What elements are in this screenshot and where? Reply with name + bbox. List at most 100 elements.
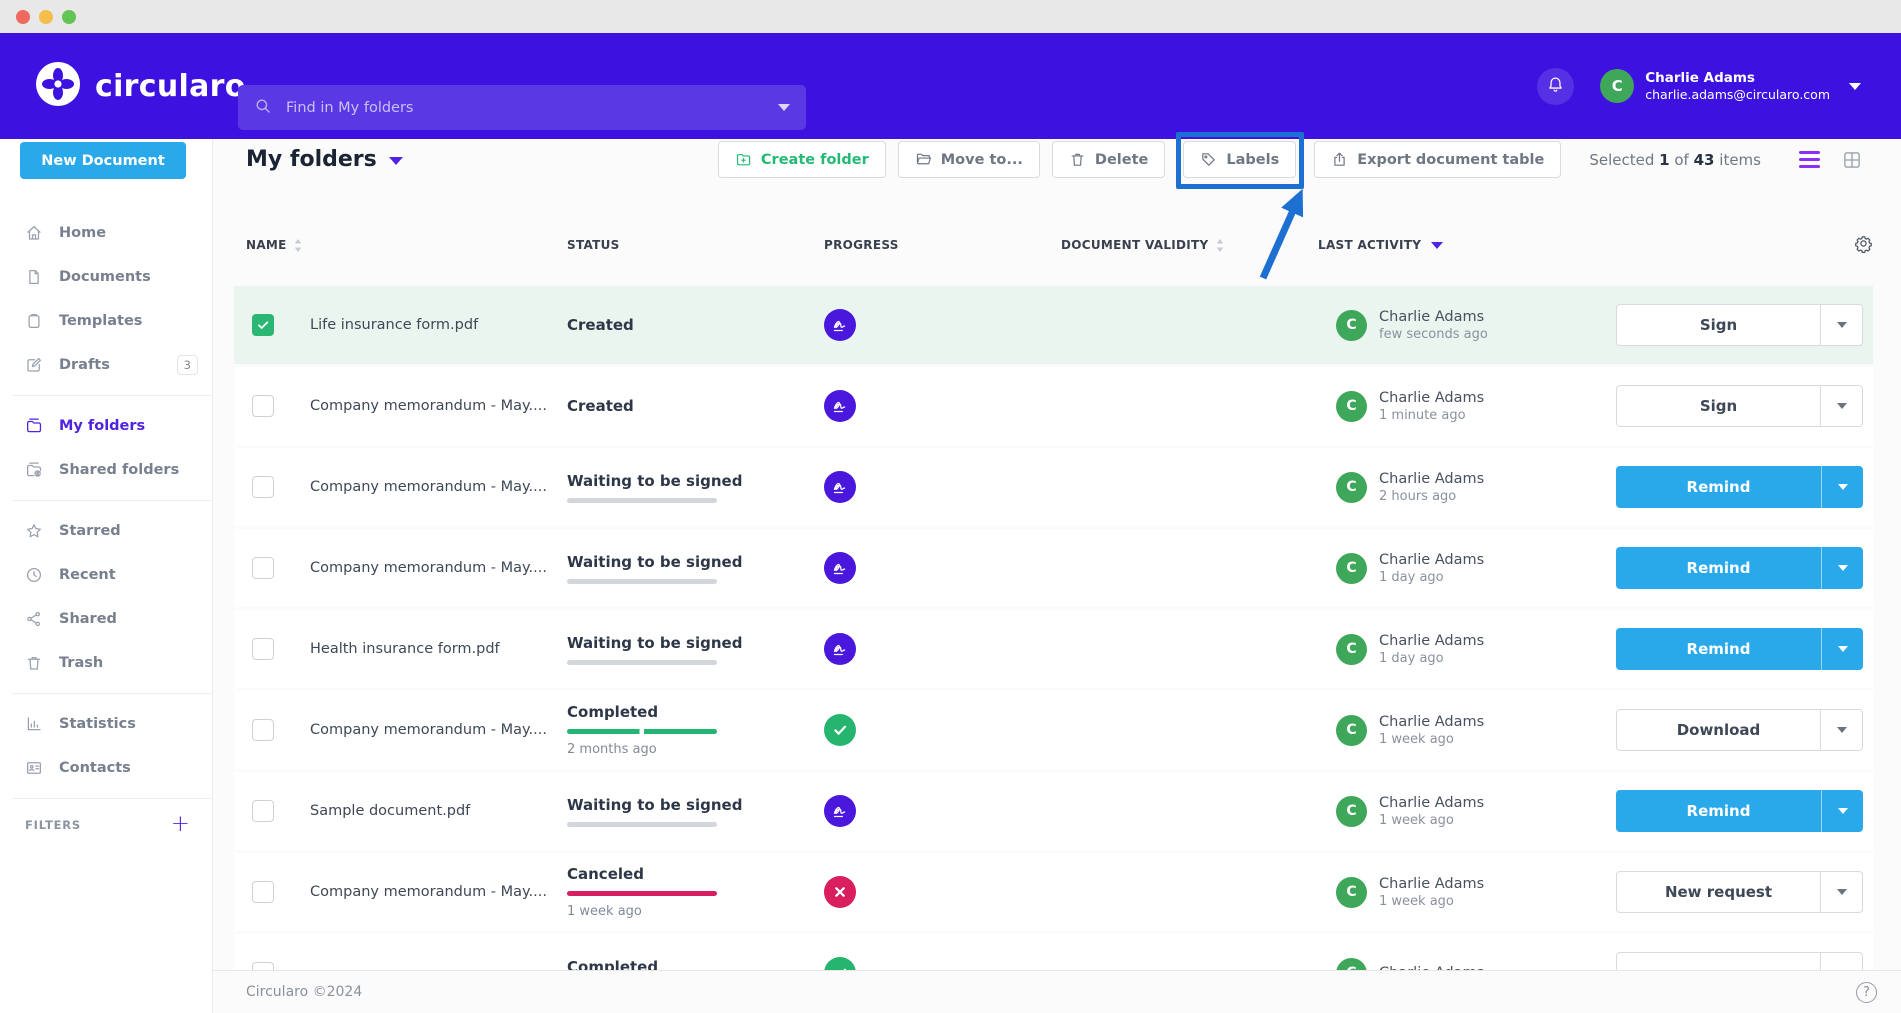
table-row[interactable]: Health insurance form.pdf Waiting to be …: [234, 610, 1873, 688]
sidebar-item-home[interactable]: Home: [0, 211, 212, 255]
new-document-button[interactable]: New Document: [20, 142, 186, 179]
action-dropdown-button[interactable]: [1821, 628, 1863, 670]
search-input[interactable]: [286, 100, 764, 116]
filters-section: FILTERS +: [0, 813, 212, 836]
action-label[interactable]: Remind: [1616, 790, 1821, 832]
progress-badge[interactable]: [824, 309, 856, 341]
notifications-button[interactable]: [1537, 68, 1574, 105]
document-name[interactable]: Company memorandum - May....: [310, 560, 547, 576]
row-action-button[interactable]: Remind: [1616, 790, 1863, 832]
row-action-button[interactable]: Remind: [1616, 628, 1863, 670]
status-text: Completed: [567, 703, 824, 721]
column-header-last-activity[interactable]: LAST ACTIVITY: [1318, 238, 1873, 252]
action-dropdown-button[interactable]: [1821, 790, 1863, 832]
action-label[interactable]: Sign: [1617, 305, 1820, 345]
brand-logo[interactable]: circularo: [36, 62, 246, 110]
document-name[interactable]: Health insurance form.pdf: [310, 641, 500, 657]
action-label[interactable]: Download: [1617, 710, 1820, 750]
table-settings-button[interactable]: [1854, 234, 1873, 253]
progress-badge[interactable]: [824, 633, 856, 665]
progress-badge[interactable]: [824, 390, 856, 422]
chevron-down-icon: [1837, 403, 1847, 409]
row-checkbox[interactable]: [252, 638, 274, 660]
document-name[interactable]: Company memorandum - May....: [310, 398, 547, 414]
action-dropdown-button[interactable]: [1820, 710, 1862, 750]
column-header-progress[interactable]: PROGRESS: [824, 238, 1061, 252]
document-name[interactable]: Company memorandum - May....: [310, 884, 547, 900]
check-icon: [255, 317, 271, 333]
move-to-button[interactable]: Move to...: [898, 141, 1040, 178]
table-row[interactable]: Company memorandum - May.... Canceled 1 …: [234, 853, 1873, 931]
labels-button[interactable]: Labels: [1183, 141, 1296, 178]
row-action-button[interactable]: Download: [1616, 709, 1863, 751]
folder-title-dropdown[interactable]: My folders: [246, 147, 403, 172]
add-filter-button[interactable]: +: [171, 813, 190, 836]
row-action-button[interactable]: Sign: [1616, 304, 1863, 346]
progress-badge[interactable]: [824, 714, 856, 746]
action-dropdown-button[interactable]: [1820, 305, 1862, 345]
row-checkbox[interactable]: [252, 314, 274, 336]
document-name[interactable]: Company memorandum - May....: [310, 722, 547, 738]
user-menu[interactable]: C Charlie Adams charlie.adams@circularo.…: [1600, 69, 1861, 103]
progress-badge[interactable]: [824, 552, 856, 584]
sidebar-item-drafts[interactable]: Drafts3: [0, 343, 212, 387]
action-label[interactable]: Remind: [1616, 547, 1821, 589]
sidebar-item-shared[interactable]: Shared: [0, 597, 212, 641]
document-name[interactable]: Life insurance form.pdf: [310, 317, 478, 333]
document-name[interactable]: Company memorandum - May....: [310, 479, 547, 495]
row-checkbox[interactable]: [252, 557, 274, 579]
row-checkbox[interactable]: [252, 476, 274, 498]
action-label[interactable]: New request: [1617, 872, 1820, 912]
maximize-window-button[interactable]: [62, 10, 76, 24]
sidebar-item-contacts[interactable]: Contacts: [0, 746, 212, 790]
search-bar[interactable]: [238, 85, 806, 130]
progress-badge[interactable]: [824, 471, 856, 503]
progress-badge[interactable]: [824, 876, 856, 908]
table-row[interactable]: Life insurance form.pdf Created C Charli…: [234, 286, 1873, 364]
action-label[interactable]: Remind: [1616, 628, 1821, 670]
column-header-status[interactable]: STATUS: [567, 238, 824, 252]
sidebar-item-trash[interactable]: Trash: [0, 641, 212, 685]
row-checkbox[interactable]: [252, 719, 274, 741]
row-checkbox[interactable]: [252, 395, 274, 417]
action-label[interactable]: Sign: [1617, 386, 1820, 426]
column-header-name[interactable]: NAME: [234, 238, 567, 252]
sidebar-item-recent[interactable]: Recent: [0, 553, 212, 597]
table-row[interactable]: Sample document.pdf Waiting to be signed…: [234, 772, 1873, 850]
table-row[interactable]: Company memorandum - May.... Created C C…: [234, 367, 1873, 445]
document-name[interactable]: Sample document.pdf: [310, 803, 470, 819]
row-checkbox[interactable]: [252, 881, 274, 903]
sidebar-item-templates[interactable]: Templates: [0, 299, 212, 343]
table-row[interactable]: Company memorandum - May.... Waiting to …: [234, 448, 1873, 526]
delete-button[interactable]: Delete: [1052, 141, 1165, 178]
row-checkbox[interactable]: [252, 800, 274, 822]
row-action-button[interactable]: Remind: [1616, 547, 1863, 589]
table-row[interactable]: Company memorandum - May.... Waiting to …: [234, 529, 1873, 607]
table-row[interactable]: Company memorandum - May.... Completed 2…: [234, 691, 1873, 769]
grid-view-button[interactable]: [1842, 150, 1862, 170]
sidebar-item-shared-folders[interactable]: Shared folders: [0, 448, 212, 492]
create-folder-button[interactable]: Create folder: [718, 141, 886, 178]
column-header-validity[interactable]: DOCUMENT VALIDITY: [1061, 238, 1318, 252]
progress-bar: [567, 729, 717, 734]
export-document-table-button[interactable]: Export document table: [1314, 141, 1561, 178]
action-dropdown-button[interactable]: [1821, 466, 1863, 508]
action-dropdown-button[interactable]: [1820, 872, 1862, 912]
list-view-button[interactable]: [1799, 151, 1820, 169]
row-action-button[interactable]: New request: [1616, 871, 1863, 913]
sidebar-item-statistics[interactable]: Statistics: [0, 702, 212, 746]
sidebar-item-starred[interactable]: Starred: [0, 509, 212, 553]
minimize-window-button[interactable]: [39, 10, 53, 24]
row-action-button[interactable]: Remind: [1616, 466, 1863, 508]
activity-time: 1 day ago: [1379, 570, 1484, 585]
progress-badge[interactable]: [824, 795, 856, 827]
sidebar-item-my-folders[interactable]: My folders: [0, 404, 212, 448]
help-button[interactable]: ?: [1856, 982, 1877, 1003]
close-window-button[interactable]: [16, 10, 30, 24]
action-dropdown-button[interactable]: [1821, 547, 1863, 589]
sidebar-item-documents[interactable]: Documents: [0, 255, 212, 299]
search-scope-dropdown-icon[interactable]: [778, 104, 790, 111]
row-action-button[interactable]: Sign: [1616, 385, 1863, 427]
action-dropdown-button[interactable]: [1820, 386, 1862, 426]
action-label[interactable]: Remind: [1616, 466, 1821, 508]
